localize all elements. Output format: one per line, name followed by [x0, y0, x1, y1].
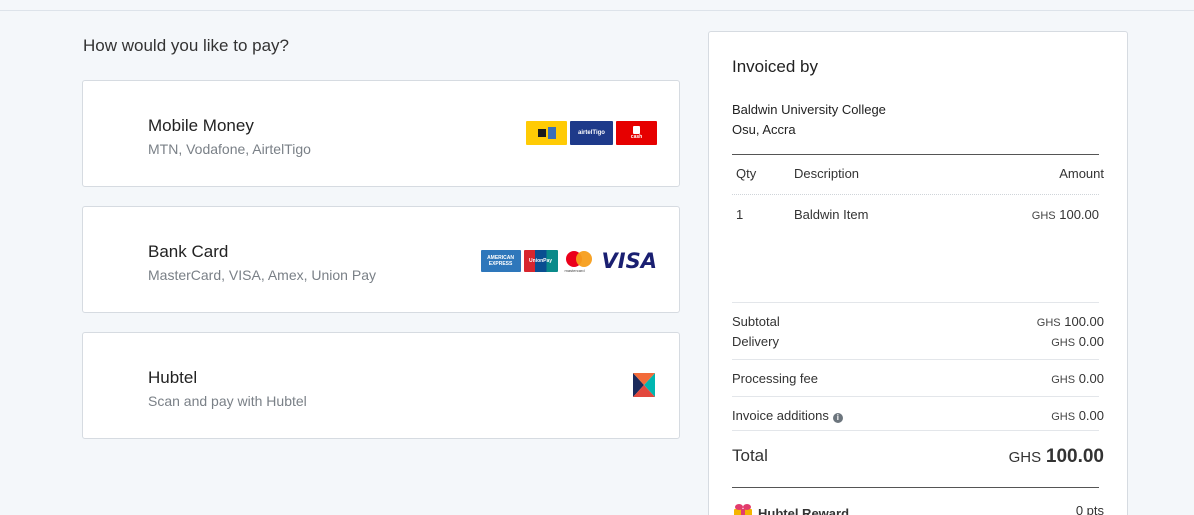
hubtel-option[interactable]: Hubtel Scan and pay with Hubtel [82, 332, 680, 439]
visa-logo: VISA [601, 249, 657, 273]
merchant-name: Baldwin University College [732, 102, 886, 117]
total-row: Total GHS 100.00 [732, 446, 1104, 467]
item-qty: 1 [736, 207, 744, 222]
divider [732, 359, 1099, 360]
vodafone-cash-logo-text: cash [630, 134, 643, 140]
subtotal-amount: GHS 100.00 [1036, 314, 1104, 329]
divider [732, 396, 1099, 397]
subtotal-label: Subtotal [732, 314, 780, 329]
total-divider [732, 487, 1099, 488]
mobile-money-option[interactable]: Mobile Money MTN, Vodafone, AirtelTigo a… [82, 80, 680, 187]
delivery-label: Delivery [732, 334, 779, 349]
item-amount-value: 100.00 [1059, 207, 1099, 222]
method-title: Bank Card [148, 242, 229, 261]
subtotal-row: Subtotal GHS 100.00 [732, 314, 1104, 329]
airteltigo-logo-text: airtelTigo [578, 130, 605, 136]
merchant-location: Osu, Accra [732, 122, 796, 137]
currency-label: GHS [1031, 210, 1056, 222]
col-description: Description [794, 166, 860, 181]
mastercard-logo: mastercard [561, 249, 597, 273]
delivery-amount: GHS 0.00 [1051, 334, 1104, 349]
processing-fee-label: Processing fee [732, 371, 818, 386]
item-description: Baldwin Item [794, 207, 869, 222]
col-qty: Qty [736, 166, 757, 181]
reward-label: Hubtel Reward [758, 506, 850, 515]
mtn-momo-logo [526, 121, 567, 145]
info-icon[interactable]: i [832, 413, 843, 423]
col-amount: Amount [1059, 166, 1104, 181]
vodafone-cash-logo: cash [616, 121, 657, 145]
method-subtitle: Scan and pay with Hubtel [148, 393, 307, 409]
payment-question: How would you like to pay? [83, 36, 290, 55]
merchant-info: Baldwin University College Osu, Accra [732, 100, 886, 140]
header-row-divider [732, 194, 1099, 195]
invoice-additions-row: Invoice additions i GHS 0.00 [732, 408, 1104, 423]
unionpay-logo-text: UnionPay [529, 258, 553, 264]
method-subtitle: MTN, Vodafone, AirtelTigo [148, 141, 311, 157]
invoice-panel: Invoiced by Baldwin University College O… [708, 31, 1128, 515]
total-amount: GHS 100.00 [1008, 446, 1104, 467]
reward-row: Hubtel Reward 0 pts [732, 503, 1104, 515]
hubtel-icon [633, 373, 655, 397]
bank-card-option[interactable]: Bank Card MasterCard, VISA, Amex, Union … [82, 206, 680, 313]
method-title: Mobile Money [148, 116, 254, 135]
mobile-money-logos: airtelTigo cash [526, 121, 657, 145]
hubtel-logo [633, 373, 655, 397]
total-label: Total [732, 446, 768, 465]
method-subtitle: MasterCard, VISA, Amex, Union Pay [148, 267, 376, 283]
processing-fee-row: Processing fee GHS 0.00 [732, 371, 1104, 386]
amex-logo-text-2: EXPRESS [488, 261, 513, 267]
invoice-additions-amount: GHS 0.00 [1051, 408, 1104, 423]
invoice-heading: Invoiced by [732, 57, 818, 76]
invoice-additions-label: Invoice additions [732, 408, 829, 423]
card-logos: AMERICAN EXPRESS UnionPay mastercard VIS… [480, 249, 657, 273]
unionpay-logo: UnionPay [523, 250, 558, 272]
top-divider [0, 10, 1194, 11]
method-title: Hubtel [148, 368, 198, 387]
amex-logo: AMERICAN EXPRESS [480, 250, 521, 272]
airteltigo-money-logo: airtelTigo [570, 121, 613, 145]
summary-divider [732, 302, 1099, 303]
reward-points: 0 pts [1075, 503, 1104, 515]
header-divider [732, 154, 1099, 155]
delivery-row: Delivery GHS 0.00 [732, 334, 1104, 349]
divider [732, 430, 1099, 431]
item-amount: GHS 100.00 [1032, 207, 1099, 222]
gift-icon [732, 503, 752, 515]
processing-fee-amount: GHS 0.00 [1051, 371, 1104, 386]
mastercard-logo-text: mastercard [564, 268, 585, 273]
